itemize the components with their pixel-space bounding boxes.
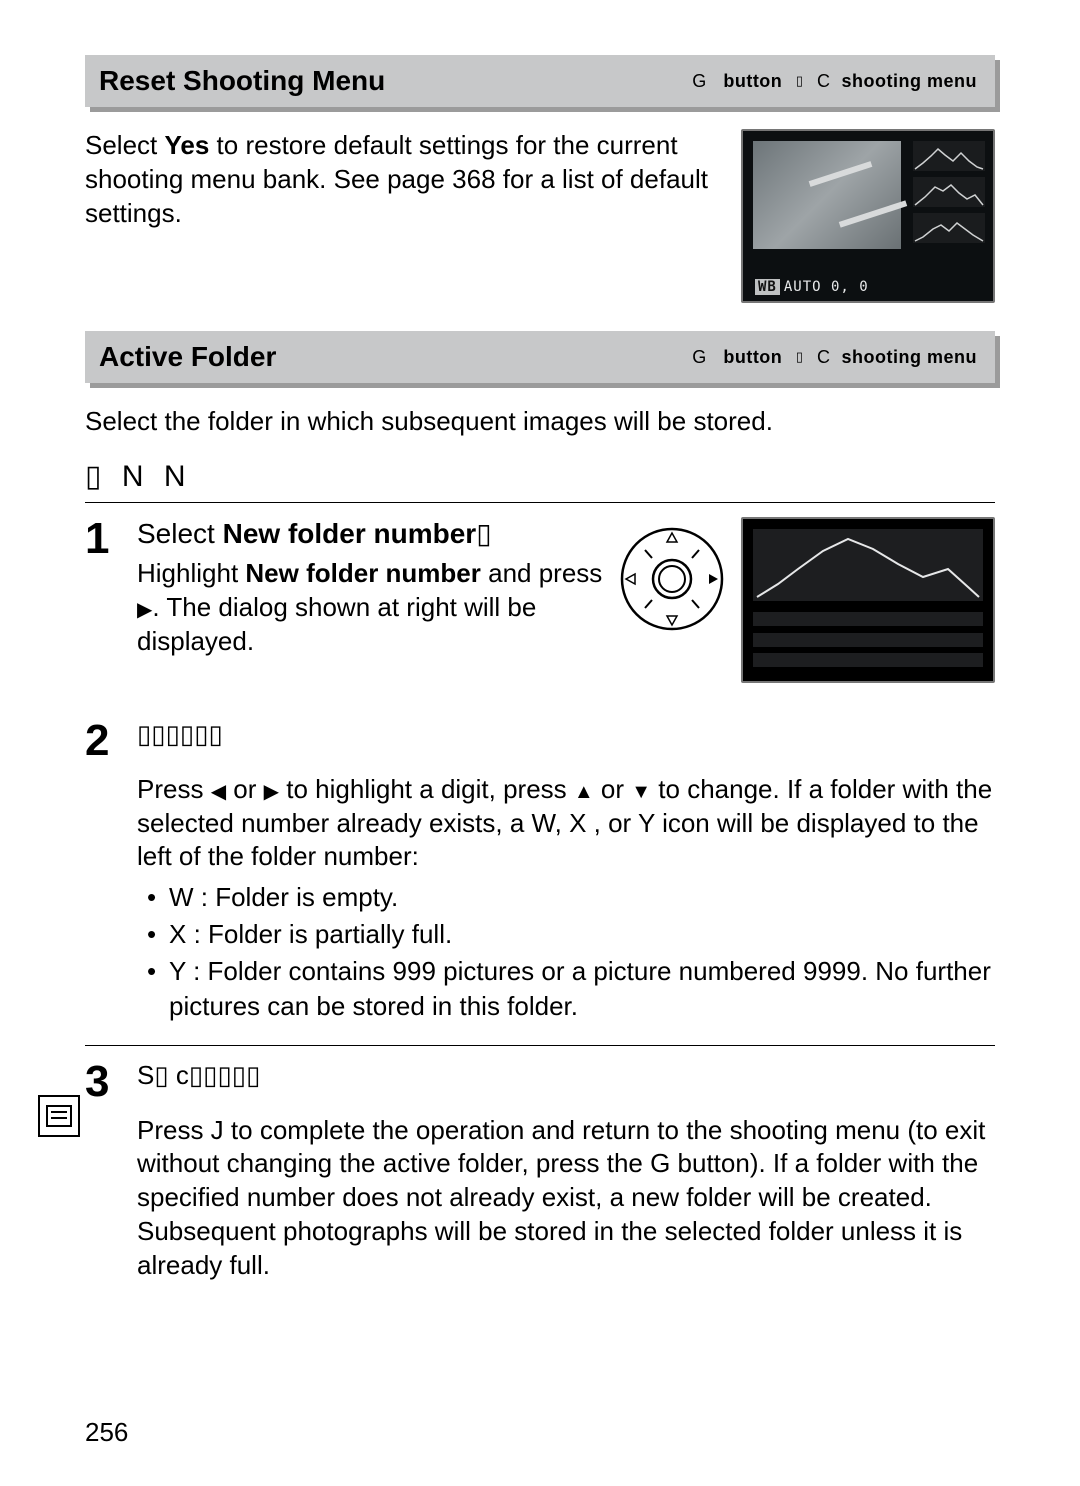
down-arrow-icon bbox=[631, 773, 651, 807]
camera-screen-thumb-1: WBAUTO 0, 0 bbox=[741, 129, 995, 303]
reset-description: Select Yes to restore default settings f… bbox=[85, 129, 721, 230]
step-1: 1 Select New folder number▯ Highlight Ne… bbox=[85, 517, 995, 683]
section-title: Reset Shooting Menu bbox=[99, 65, 385, 97]
step-2-body: Press or to highlight a digit, press or … bbox=[85, 773, 995, 1025]
crumb-glyph: G bbox=[692, 347, 707, 367]
step-heading: Select New folder number▯ bbox=[137, 517, 603, 550]
step-heading-garbled: S▯ c▯▯▯▯▯ bbox=[137, 1060, 995, 1091]
section-title: Active Folder bbox=[99, 341, 276, 373]
list-item: Y : Folder contains 999 pictures or a pi… bbox=[141, 954, 995, 1024]
step-number: 2 bbox=[85, 719, 123, 763]
section-bar-active-folder: Active Folder G button ▯ C shooting menu bbox=[85, 331, 995, 383]
crumb-menu-word: shooting menu bbox=[842, 71, 978, 91]
histogram-icon bbox=[913, 213, 985, 243]
multiselector-icon bbox=[617, 523, 727, 635]
text: ▯ bbox=[476, 518, 491, 549]
text: and press bbox=[481, 558, 602, 588]
thumb-caption: WBAUTO 0, 0 bbox=[755, 279, 869, 295]
crumb-button-word: button bbox=[723, 347, 782, 367]
step-number: 1 bbox=[85, 517, 123, 561]
camera-screen-thumb-2 bbox=[741, 517, 995, 683]
text: . The dialog shown at right will be disp… bbox=[137, 592, 536, 656]
right-arrow-icon bbox=[137, 590, 152, 624]
step-3-body: Press J to complete the operation and re… bbox=[85, 1114, 995, 1283]
right-arrow-icon bbox=[264, 773, 279, 807]
list-item: X : Folder is partially full. bbox=[141, 917, 995, 952]
yes-bold: Yes bbox=[165, 130, 210, 160]
manual-page: Reset Shooting Menu G button ▯ C shootin… bbox=[0, 0, 1080, 1486]
step-subtext: Highlight New folder number and press . … bbox=[137, 556, 603, 659]
step-heading-garbled: ▯▯▯▯▯▯ bbox=[137, 719, 995, 750]
menu-tab-icon bbox=[38, 1095, 80, 1137]
crumb-button-word: button bbox=[723, 71, 782, 91]
step-3: 3 S▯ c▯▯▯▯▯ bbox=[85, 1060, 995, 1104]
crumb-menu-word: shooting menu bbox=[842, 347, 978, 367]
arrow-icon: ▯ bbox=[796, 73, 804, 89]
text: Press bbox=[137, 774, 211, 804]
arrow-icon: ▯ bbox=[796, 349, 804, 365]
text: Highlight bbox=[137, 558, 245, 588]
divider bbox=[85, 502, 995, 503]
up-arrow-icon bbox=[574, 773, 594, 807]
section-breadcrumb: G button ▯ C shooting menu bbox=[692, 71, 977, 92]
input-bars bbox=[753, 609, 983, 671]
text: or bbox=[226, 774, 264, 804]
text: to highlight a digit, press bbox=[279, 774, 574, 804]
crumb-menu-glyph: C bbox=[817, 71, 831, 91]
wb-badge: WB bbox=[755, 279, 780, 295]
left-arrow-icon bbox=[211, 773, 226, 807]
reset-row: Select Yes to restore default settings f… bbox=[85, 129, 995, 303]
histogram-icon bbox=[913, 177, 985, 207]
divider bbox=[85, 1045, 995, 1046]
crumb-glyph: G bbox=[692, 71, 707, 91]
bold-text: New folder number bbox=[223, 518, 477, 549]
histogram-icon bbox=[753, 529, 983, 601]
section-bar-reset: Reset Shooting Menu G button ▯ C shootin… bbox=[85, 55, 995, 107]
step-2: 2 ▯▯▯▯▯▯ bbox=[85, 719, 995, 763]
active-folder-description: Select the folder in which subsequent im… bbox=[85, 405, 995, 439]
step-number: 3 bbox=[85, 1060, 123, 1104]
section-breadcrumb: G button ▯ C shooting menu bbox=[692, 347, 977, 368]
text: Select bbox=[85, 130, 165, 160]
histogram-icon bbox=[913, 141, 985, 171]
caption-text: AUTO 0, 0 bbox=[784, 279, 869, 295]
page-number: 256 bbox=[85, 1417, 128, 1448]
garbled-subheading: ▯ N N bbox=[85, 459, 995, 494]
bold-text: New folder number bbox=[245, 558, 480, 588]
crumb-menu-glyph: C bbox=[817, 347, 831, 367]
text: or bbox=[594, 774, 632, 804]
list-item: W : Folder is empty. bbox=[141, 880, 995, 915]
text: Select bbox=[137, 518, 223, 549]
preview-image bbox=[753, 141, 901, 249]
folder-icon-list: W : Folder is empty. X : Folder is parti… bbox=[137, 880, 995, 1024]
